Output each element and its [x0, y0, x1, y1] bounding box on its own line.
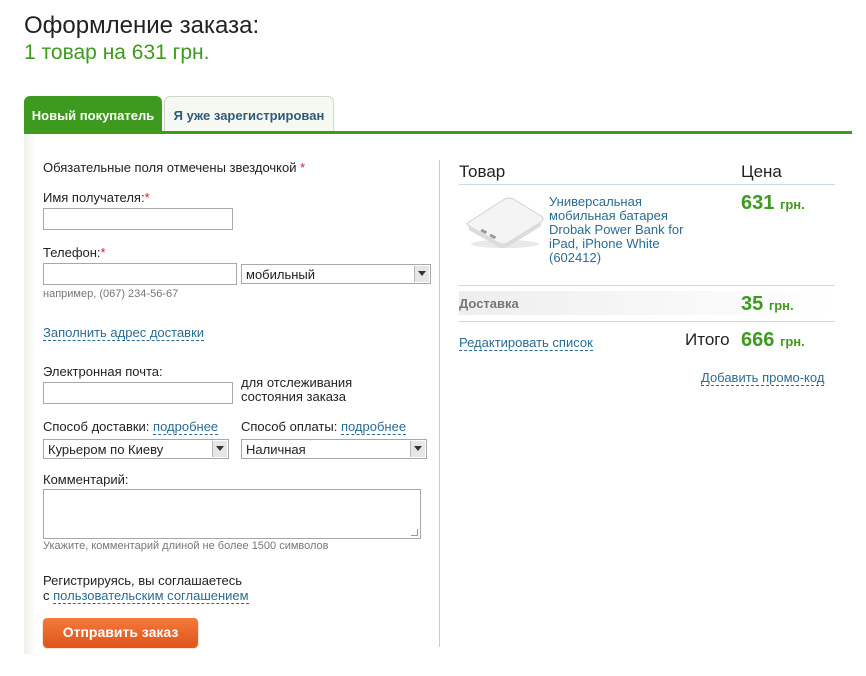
email-label: Электронная почта:	[43, 364, 163, 379]
delivery-divider	[459, 321, 835, 322]
total-label: Итого	[685, 330, 730, 349]
total-price: 666 грн.	[741, 329, 805, 351]
promo-link-wrap: Добавить промо-код	[701, 370, 825, 386]
column-divider	[439, 160, 440, 647]
payment-method-select[interactable]: Наличная	[241, 439, 427, 459]
submit-order-button[interactable]: Отправить заказ	[43, 618, 198, 647]
delivery-method-value: Курьером по Киеву	[48, 442, 164, 457]
price-column-header: Цена	[741, 162, 782, 181]
delivery-label: Доставка	[459, 296, 519, 311]
phone-type-select[interactable]: мобильный	[241, 264, 431, 284]
delivery-more-link[interactable]: подробнее	[153, 419, 219, 435]
item-divider	[459, 285, 835, 286]
email-input[interactable]	[43, 382, 233, 404]
payment-method-value: Наличная	[246, 442, 306, 457]
tab-new-customer[interactable]: Новый покупатель	[24, 96, 162, 134]
delivery-price: 35 грн.	[741, 293, 794, 315]
agreement-text: Регистрируясь, вы соглашаетесь с пользов…	[43, 573, 249, 604]
fill-address-link-wrap: Заполнить адрес доставки	[43, 325, 205, 341]
required-asterisk: *	[300, 160, 306, 175]
edit-list-link-wrap: Редактировать список	[459, 335, 593, 351]
phone-hint: например, (067) 234-56-67	[43, 288, 179, 300]
product-image[interactable]	[463, 188, 545, 250]
tab-registered-customer[interactable]: Я уже зарегистрирован	[164, 96, 334, 131]
delivery-method-label: Способ доставки: подробнее	[43, 419, 219, 435]
edit-list-link[interactable]: Редактировать список	[459, 335, 593, 351]
page-title: Оформление заказа:	[24, 12, 260, 39]
phone-type-value: мобильный	[246, 267, 316, 282]
payment-method-label: Способ оплаты: подробнее	[241, 419, 407, 435]
recipient-name-input[interactable]	[43, 208, 233, 230]
name-label: Имя получателя:*	[43, 190, 150, 205]
header-divider	[459, 184, 835, 185]
product-column-header: Товар	[459, 162, 506, 181]
payment-more-link[interactable]: подробнее	[340, 419, 407, 435]
order-summary-subtitle: 1 товар на 631 грн.	[24, 41, 210, 64]
fill-address-link[interactable]: Заполнить адрес доставки	[43, 325, 205, 341]
resize-handle-icon[interactable]	[411, 529, 418, 536]
comment-hint: Укажите, комментарий длиной не более 150…	[43, 540, 329, 552]
user-agreement-link[interactable]: пользовательским соглашением	[53, 588, 249, 604]
chevron-down-icon	[410, 441, 425, 457]
required-fields-note: Обязательные поля отмечены звездочкой *	[43, 160, 306, 175]
email-note: для отслеживания состояния заказа	[241, 375, 353, 404]
chevron-down-icon	[212, 441, 227, 457]
chevron-down-icon	[414, 266, 429, 282]
required-asterisk: *	[100, 245, 106, 260]
product-price: 631 грн.	[741, 192, 805, 214]
comment-label: Комментарий:	[43, 472, 129, 487]
phone-input[interactable]	[43, 263, 237, 285]
required-asterisk: *	[144, 190, 150, 205]
product-name-link[interactable]: Универсальная мобильная батарея Drobak P…	[549, 195, 709, 265]
phone-label: Телефон:*	[43, 245, 106, 260]
comment-textarea[interactable]	[43, 489, 421, 539]
add-promo-code-link[interactable]: Добавить промо-код	[701, 370, 825, 386]
panel-shadow	[24, 134, 36, 654]
delivery-method-select[interactable]: Курьером по Киеву	[43, 439, 229, 459]
